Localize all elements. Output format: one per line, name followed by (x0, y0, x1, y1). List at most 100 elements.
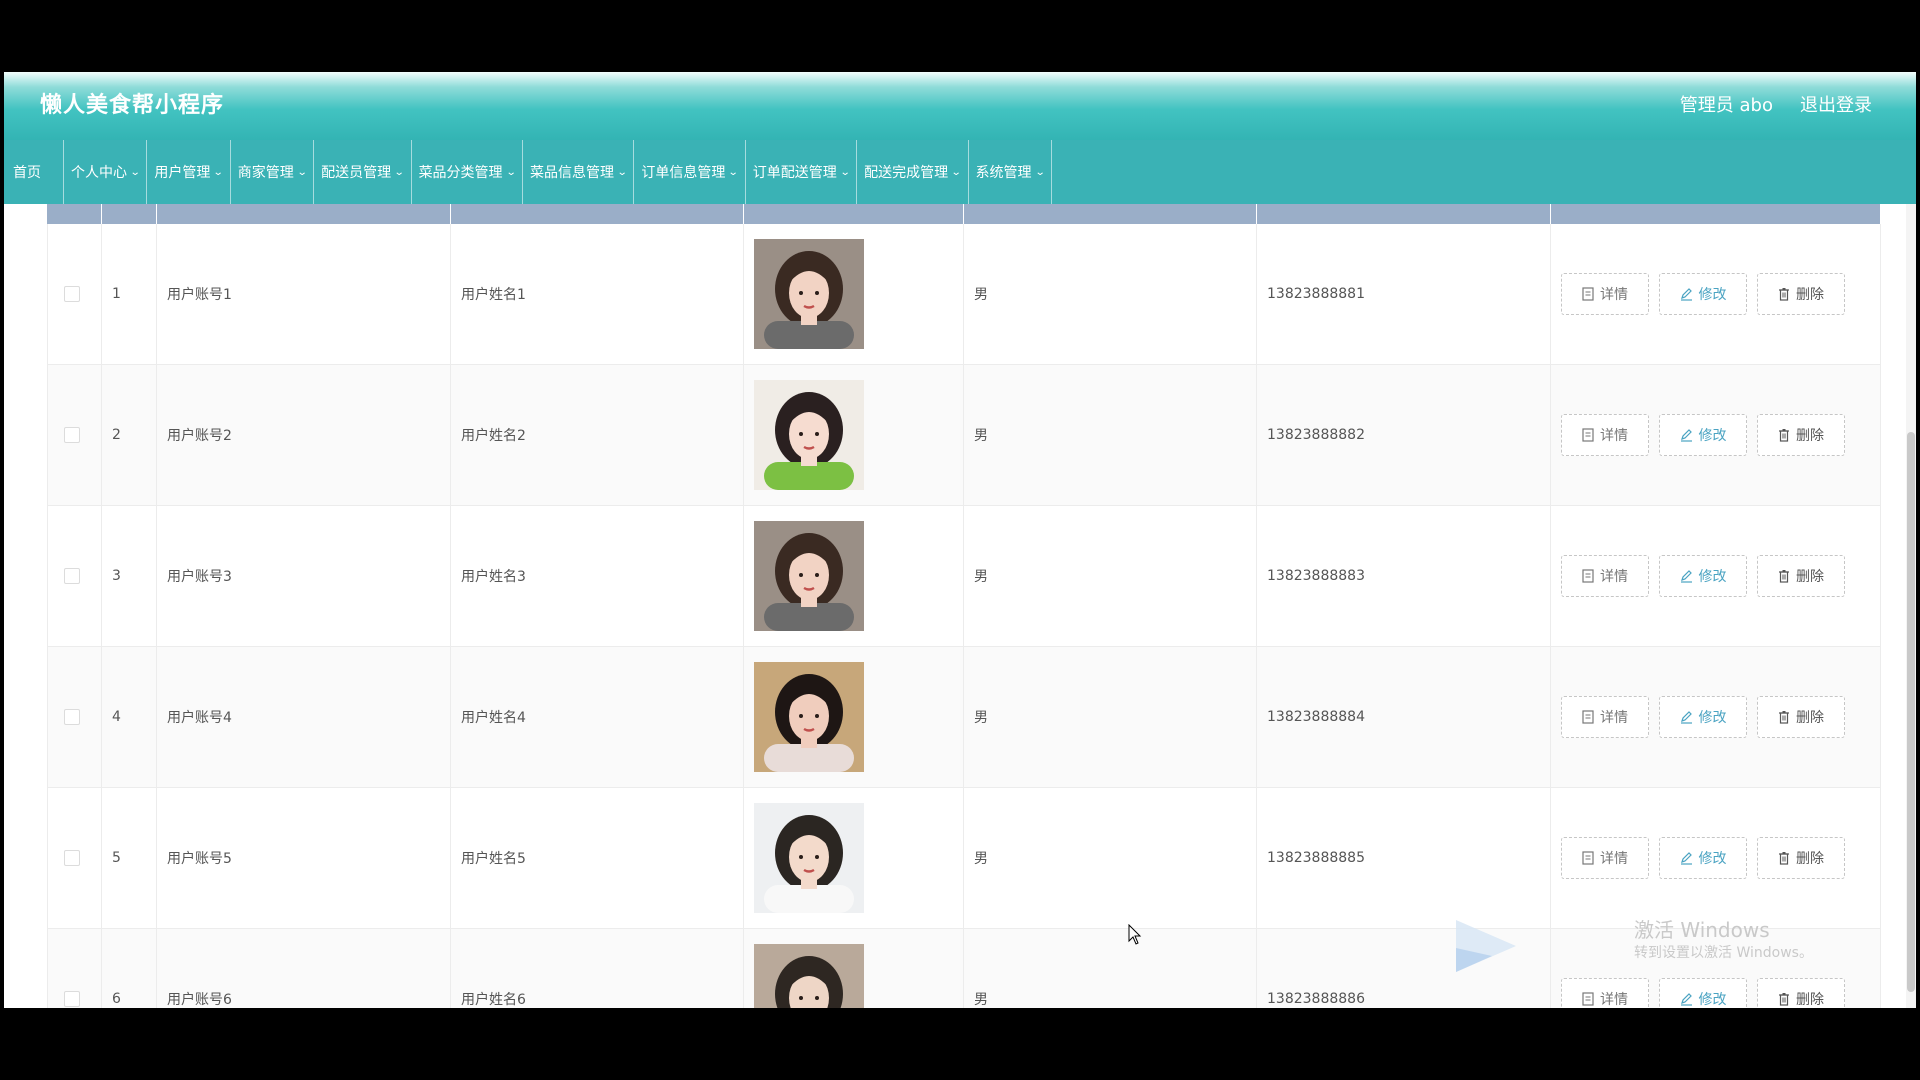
gender-cell: 男 (964, 788, 1257, 928)
delete-button[interactable]: 删除 (1757, 414, 1845, 456)
delete-button[interactable]: 删除 (1757, 273, 1845, 315)
nav-item[interactable]: 菜品信息管理 ⌄ (523, 140, 635, 204)
trash-icon (1779, 570, 1789, 583)
row-checkbox[interactable] (64, 286, 80, 302)
detail-label: 详情 (1600, 287, 1628, 303)
avatar-image (754, 380, 864, 490)
table-row[interactable]: 3 用户账号3 用户姓名3 男 13823888883 详情 修改 删除 (47, 506, 1881, 647)
table-row[interactable]: 4 用户账号4 用户姓名4 男 13823888884 详情 修改 删除 (47, 647, 1881, 788)
edit-button[interactable]: 修改 (1659, 837, 1747, 879)
avatar-image (754, 521, 864, 631)
chevron-down-icon: ⌄ (616, 166, 628, 178)
gender-cell: 男 (964, 224, 1257, 364)
logout-link[interactable]: 退出登录 (1800, 72, 1872, 140)
edit-label: 修改 (1698, 992, 1727, 1008)
table-header (47, 204, 1881, 224)
actions-cell: 详情 修改 删除 (1551, 788, 1881, 928)
phone-cell: 13823888882 (1257, 365, 1551, 505)
nav-item[interactable]: 商家管理 ⌄ (231, 140, 315, 204)
gender-cell: 男 (964, 647, 1257, 787)
nav-item-label: 菜品分类管理 (418, 165, 503, 181)
nav-item[interactable]: 订单配送管理 ⌄ (746, 140, 858, 204)
row-checkbox[interactable] (64, 991, 80, 1007)
edit-pencil-icon (1680, 711, 1692, 724)
chevron-down-icon: ⌄ (296, 166, 308, 178)
header-actions-cell (1551, 204, 1881, 224)
trash-icon (1779, 429, 1789, 442)
top-header: 懒人美食帮小程序 管理员 abo 退出登录 (4, 72, 1916, 140)
nav-item[interactable]: 个人中心 ⌄ (64, 140, 148, 204)
delete-button[interactable]: 删除 (1757, 555, 1845, 597)
watermark-line2: 转到设置以激活 Windows。 (1634, 945, 1813, 961)
nav-item-label: 配送完成管理 (864, 165, 949, 181)
edit-button[interactable]: 修改 (1659, 414, 1747, 456)
select-cell (47, 929, 102, 1008)
edit-label: 修改 (1698, 569, 1727, 585)
detail-button[interactable]: 详情 (1561, 273, 1649, 315)
edit-button[interactable]: 修改 (1659, 555, 1747, 597)
phone-cell: 13823888884 (1257, 647, 1551, 787)
row-checkbox[interactable] (64, 850, 80, 866)
edit-pencil-icon (1680, 852, 1692, 865)
table-row[interactable]: 2 用户账号2 用户姓名2 男 13823888882 详情 修改 删除 (47, 365, 1881, 506)
vertical-scrollbar[interactable] (1906, 204, 1916, 1008)
header-account-cell (157, 204, 451, 224)
detail-button[interactable]: 详情 (1561, 555, 1649, 597)
detail-button[interactable]: 详情 (1561, 837, 1649, 879)
phone-cell: 13823888881 (1257, 224, 1551, 364)
nav-item[interactable]: 首页 (4, 140, 64, 204)
chevron-down-icon: ⌄ (505, 166, 517, 178)
avatar-cell (744, 365, 964, 505)
nav-item[interactable]: 用户管理 ⌄ (147, 140, 231, 204)
row-checkbox[interactable] (64, 427, 80, 443)
avatar-cell (744, 506, 964, 646)
select-cell (47, 365, 102, 505)
delete-button[interactable]: 删除 (1757, 696, 1845, 738)
nav-item[interactable]: 配送员管理 ⌄ (314, 140, 412, 204)
edit-button[interactable]: 修改 (1659, 273, 1747, 315)
table-row[interactable]: 5 用户账号5 用户姓名5 男 13823888885 详情 修改 删除 (47, 788, 1881, 929)
app-window: 懒人美食帮小程序 管理员 abo 退出登录 首页 个人中心 ⌄ 用户管理 ⌄ 商家管理 ⌄ 配… (4, 72, 1916, 1008)
edit-button[interactable]: 修改 (1659, 978, 1747, 1008)
detail-button[interactable]: 详情 (1561, 978, 1649, 1008)
nav-item[interactable]: 系统管理 ⌄ (969, 140, 1052, 204)
table-row[interactable]: 1 用户账号1 用户姓名1 男 13823888881 详情 修改 删除 (47, 224, 1881, 365)
index-cell: 5 (102, 788, 157, 928)
scrollbar-thumb[interactable] (1907, 432, 1915, 992)
nav-item[interactable]: 订单信息管理 ⌄ (634, 140, 746, 204)
chevron-down-icon: ⌄ (728, 166, 739, 178)
delete-label: 删除 (1796, 992, 1824, 1008)
detail-label: 详情 (1600, 710, 1628, 726)
header-avatar-cell (744, 204, 964, 224)
index-cell: 4 (102, 647, 157, 787)
main-nav: 首页 个人中心 ⌄ 用户管理 ⌄ 商家管理 ⌄ 配送员管理 ⌄ 菜品分类管理 ⌄ 菜品信息管理 ⌄ 订单信… (4, 140, 1916, 204)
delete-button[interactable]: 删除 (1757, 978, 1845, 1008)
header-gender-cell (964, 204, 1257, 224)
content-area: 1 用户账号1 用户姓名1 男 13823888881 详情 修改 删除 2 用户账号2 用户姓名2… (4, 204, 1916, 1008)
table-row[interactable]: 6 用户账号6 用户姓名6 男 13823888886 详情 修改 删除 (47, 929, 1881, 1008)
detail-button[interactable]: 详情 (1561, 696, 1649, 738)
detail-label: 详情 (1600, 569, 1628, 585)
row-checkbox[interactable] (64, 568, 80, 584)
edit-label: 修改 (1698, 710, 1727, 726)
avatar-cell (744, 929, 964, 1008)
edit-label: 修改 (1698, 287, 1727, 303)
avatar-image (754, 239, 864, 349)
nav-item-label: 菜品信息管理 (529, 165, 614, 181)
edit-pencil-icon (1680, 288, 1692, 301)
edit-button[interactable]: 修改 (1659, 696, 1747, 738)
avatar-cell (744, 788, 964, 928)
delete-button[interactable]: 删除 (1757, 837, 1845, 879)
avatar-image (754, 944, 864, 1008)
header-name-cell (451, 204, 744, 224)
delete-label: 删除 (1796, 287, 1824, 303)
nav-item[interactable]: 菜品分类管理 ⌄ (412, 140, 523, 204)
gender-cell: 男 (964, 506, 1257, 646)
chevron-down-icon: ⌄ (950, 166, 962, 178)
admin-user-label: 管理员 abo (1679, 95, 1773, 116)
nav-item[interactable]: 配送完成管理 ⌄ (857, 140, 969, 204)
row-checkbox[interactable] (64, 709, 80, 725)
name-cell: 用户姓名3 (451, 506, 744, 646)
edit-pencil-icon (1680, 429, 1692, 442)
detail-button[interactable]: 详情 (1561, 414, 1649, 456)
